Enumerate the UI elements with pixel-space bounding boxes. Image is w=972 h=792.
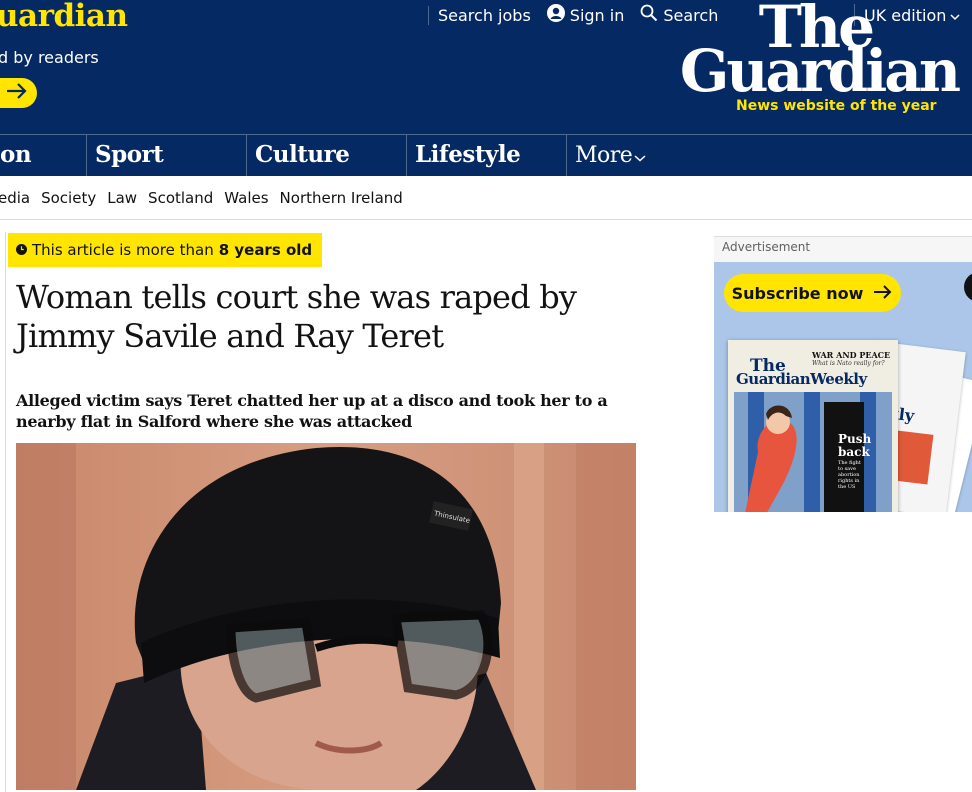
cover-strap-1: WAR AND PEACE [812, 350, 891, 360]
nav-item-opinion[interactable]: on [0, 135, 86, 176]
subscribe-now-label: Subscribe now [731, 283, 864, 303]
chevron-down-icon [634, 136, 646, 176]
clock-icon [16, 241, 27, 259]
cover-masthead-2: GuardianWeekly [736, 370, 867, 388]
guardian-weekly-advert[interactable]: Subscribe now kly kly The GuardianWeekly… [714, 262, 972, 512]
sign-in-label: Sign in [569, 5, 625, 25]
article-main-image: Thinsulate [16, 443, 636, 790]
age-badge-value: 8 years old [218, 241, 313, 259]
sub-nav: edia Society Law Scotland Wales Northern… [0, 176, 972, 220]
subnav-item-northern-ireland[interactable]: Northern Ireland [280, 189, 403, 207]
subnav-item-society[interactable]: Society [41, 189, 96, 207]
article-headline: Woman tells court she was raped by Jimmy… [16, 278, 577, 355]
cover-art: Push back The fight to save abortion rig… [734, 392, 892, 512]
subnav-item-wales[interactable]: Wales [224, 189, 268, 207]
search-jobs-label: Search jobs [438, 5, 531, 25]
support-button[interactable] [0, 78, 37, 108]
ad-circle-decoration [964, 272, 972, 302]
pillar-nav: on Sport Culture Lifestyle More [0, 134, 972, 176]
nav-item-culture[interactable]: Culture [246, 135, 406, 176]
cover-headline-1: Push [838, 432, 872, 446]
support-subtitle: d by readers [0, 48, 99, 67]
search-jobs-link[interactable]: Search jobs [428, 5, 539, 25]
logo-tagline: News website of the year [736, 98, 937, 114]
cover-strap-2: What is Nato really for? [812, 360, 885, 367]
article-age-badge: This article is more than 8 years old [8, 233, 323, 267]
advertisement-label: Advertisement [714, 236, 972, 262]
arrow-right-icon [6, 83, 28, 103]
age-badge-prefix: This article is more than [32, 241, 214, 259]
subscribe-now-button[interactable]: Subscribe now [724, 274, 901, 312]
article-left-rule [5, 232, 6, 792]
nav-item-sport[interactable]: Sport [86, 135, 246, 176]
subnav-item-media[interactable]: edia [0, 189, 30, 207]
ad-magazine-front: The GuardianWeekly WAR AND PEACE What is… [728, 340, 898, 512]
masthead: uardian d by readers Search jobs Sign in… [0, 0, 972, 134]
guardian-logo[interactable]: The Guardian News website of the year [662, 0, 962, 118]
sign-in-link[interactable]: Sign in [539, 4, 633, 26]
user-icon [546, 4, 565, 26]
subnav-item-scotland[interactable]: Scotland [148, 189, 213, 207]
nav-more-label: More [575, 143, 633, 168]
cover-copy: The fight to save abortion rights in the… [838, 460, 861, 490]
search-icon [640, 4, 658, 26]
subnav-item-law[interactable]: Law [107, 189, 137, 207]
cover-headline-2: back [838, 445, 870, 459]
logo-guardian: Guardian [679, 37, 961, 105]
nav-item-lifestyle[interactable]: Lifestyle [406, 135, 566, 176]
arrow-right-icon [873, 284, 893, 303]
article-standfirst: Alleged victim says Teret chatted her up… [16, 391, 608, 431]
nav-item-more[interactable]: More [566, 135, 686, 176]
support-title: uardian [0, 0, 128, 34]
